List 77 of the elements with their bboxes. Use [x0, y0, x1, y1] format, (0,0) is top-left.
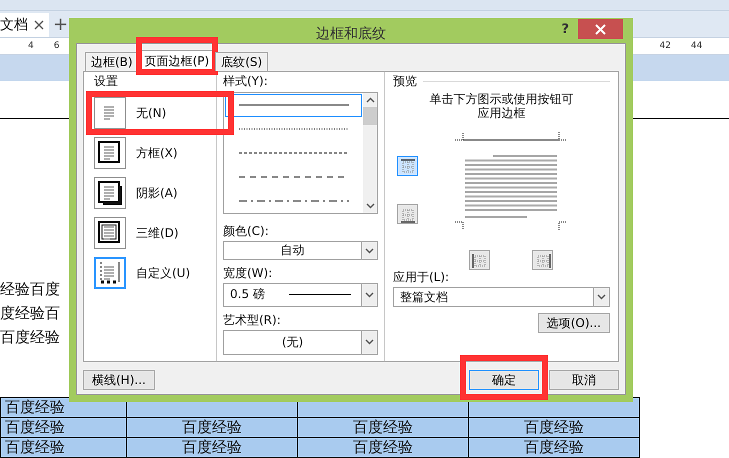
setting-preset-label[interactable]: 自定义(U) — [136, 264, 190, 282]
setting-preset-label[interactable]: 无(N) — [136, 104, 166, 122]
ruler-number: 4 — [28, 41, 34, 51]
line-sample-icon — [238, 198, 348, 203]
table-cell-text: 百度经验 — [353, 418, 413, 436]
width-value: 0.5 磅 — [229, 286, 266, 304]
border-toggle-button[interactable] — [397, 156, 418, 176]
table-cell-text: 百度经验 — [5, 418, 65, 436]
table-cell-text: 百度经验 — [5, 438, 65, 456]
caret-icon — [597, 294, 606, 300]
line-style-option[interactable] — [225, 94, 362, 117]
ruler-number: 44 — [690, 41, 702, 51]
scroll-up-icon[interactable] — [366, 97, 374, 103]
art-value: (无) — [280, 334, 304, 351]
apply-to-label: 应用于(L): — [393, 270, 450, 285]
line-sample-icon — [238, 150, 348, 155]
ruler-number: 6 — [54, 41, 60, 51]
line-sample-icon — [289, 293, 351, 296]
preview-hint: 单击下方图示或使用按钮可应用边框 — [430, 92, 574, 120]
table-cell-text: 百度经验 — [353, 438, 413, 456]
dialog-tab[interactable]: 边框(B) — [85, 52, 139, 71]
apply-to-value: 整篇文档 — [399, 288, 449, 306]
apply-to-dropdown[interactable]: 整篇文档 — [393, 287, 610, 307]
line-sample-icon — [238, 127, 348, 132]
setting-preset-label[interactable]: 阴影(A) — [136, 184, 178, 202]
style-list[interactable] — [223, 92, 378, 214]
width-label: 宽度(W): — [223, 266, 274, 281]
setting-preset-label[interactable]: 方框(X) — [136, 144, 178, 162]
dialog-tab[interactable]: 底纹(S) — [215, 52, 268, 71]
color-value: 自动 — [280, 242, 306, 259]
table-cell-text: 百度经验 — [524, 418, 584, 436]
setting-label: 设置 — [94, 74, 119, 89]
page-lines-icon — [97, 180, 123, 206]
color-label: 颜色(C): — [223, 224, 270, 239]
preview-label: 预览 — [393, 74, 417, 89]
width-dropdown[interactable]: 0.5 磅 — [223, 283, 378, 307]
table-cell-text: 百度经验 — [182, 418, 242, 436]
document-text: 经验百度 — [0, 279, 60, 300]
horizontal-line-button[interactable]: 横线(H)... — [83, 370, 155, 390]
dialog-title: 边框和底纹 — [316, 25, 386, 43]
page-lines-icon — [97, 140, 123, 166]
options-button[interactable]: 选项(O)... — [538, 313, 610, 333]
setting-preset-button[interactable] — [94, 217, 126, 249]
border-toggle-button[interactable] — [397, 204, 418, 224]
line-sample-icon — [238, 103, 348, 108]
setting-preset-button[interactable] — [94, 257, 126, 289]
page-lines-icon — [97, 220, 123, 246]
close-button[interactable] — [578, 19, 623, 39]
document-tab[interactable]: 文档 — [0, 13, 49, 37]
setting-preset-label[interactable]: 三维(D) — [136, 224, 179, 242]
art-dropdown[interactable]: (无) — [223, 330, 378, 355]
ok-button[interactable]: 确定 — [469, 370, 539, 390]
setting-preset-button[interactable] — [94, 137, 126, 169]
setting-preset-button[interactable] — [94, 177, 126, 209]
help-button[interactable]: ? — [561, 22, 569, 37]
color-dropdown[interactable]: 自动 — [223, 241, 378, 260]
caret-icon — [365, 292, 374, 298]
border-toggle-button[interactable] — [532, 250, 553, 270]
style-label: 样式(Y): — [223, 74, 269, 89]
table-cell-text: 百度经验 — [524, 438, 584, 456]
scroll-down-icon[interactable] — [366, 203, 374, 209]
document-text: 度经验百 — [0, 303, 60, 324]
table-cell-text: 百度经验 — [5, 398, 65, 416]
art-label: 艺术型(R): — [223, 312, 282, 328]
scroll-thumb[interactable] — [363, 107, 377, 125]
document-tab-label[interactable]: 文档 — [0, 16, 28, 34]
ruler-number: 42 — [659, 41, 671, 51]
border-toggle-button[interactable] — [469, 250, 490, 270]
cancel-button[interactable]: 取消 — [549, 370, 619, 390]
caret-icon — [365, 248, 374, 254]
document-text: 百度经验 — [0, 327, 60, 348]
new-tab-button[interactable]: + — [53, 13, 68, 37]
close-icon[interactable] — [34, 20, 44, 30]
close-icon — [595, 24, 606, 34]
scroll-bar[interactable] — [363, 93, 377, 213]
table-cell-text: 百度经验 — [182, 438, 242, 456]
caret-icon — [365, 339, 374, 346]
